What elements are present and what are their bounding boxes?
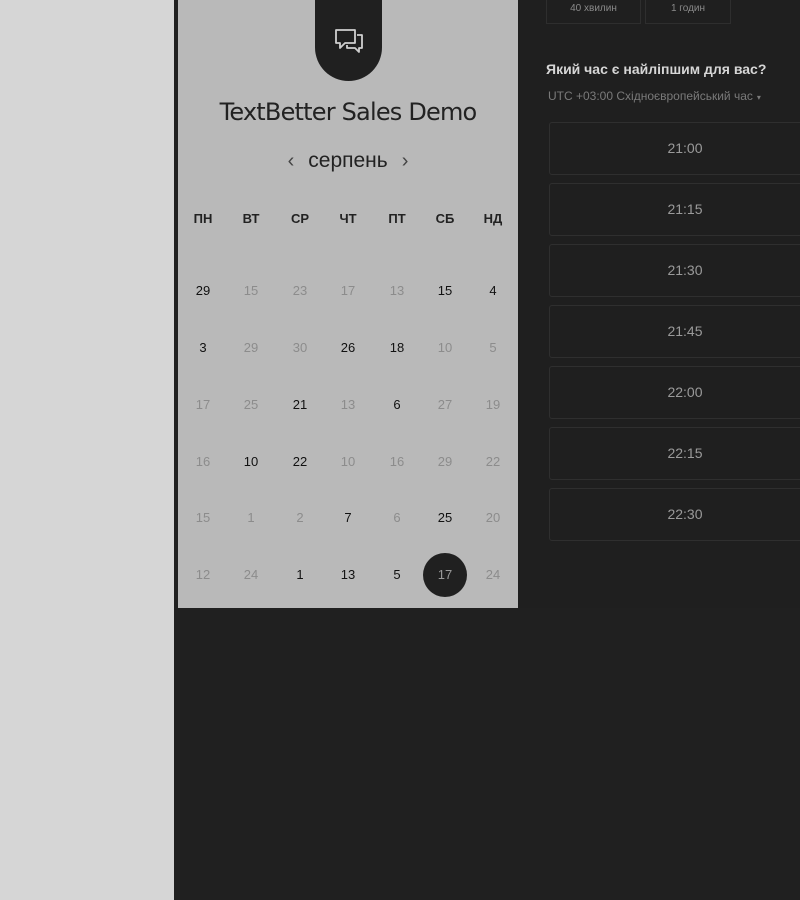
calendar-day: 17 [195, 397, 211, 412]
calendar-day[interactable]: 26 [324, 328, 372, 368]
time-question: Який час є найліпшим для вас? [546, 61, 767, 77]
calendar-day: 13 [340, 397, 356, 412]
calendar-day: 30 [292, 340, 308, 355]
calendar-day[interactable]: 5 [373, 555, 421, 595]
time-slot-button[interactable]: 21:15 [549, 183, 800, 236]
calendar-day[interactable]: 6 [373, 385, 421, 425]
weekday-label: СБ [435, 211, 455, 226]
month-label: серпень [308, 149, 388, 172]
calendar-day: 1 [247, 510, 255, 525]
calendar-day: 10 [437, 340, 453, 355]
calendar-day: 2 [296, 510, 304, 525]
time-slot-label: 22:15 [667, 445, 703, 461]
caret-down-icon: ▾ [756, 93, 761, 102]
calendar-day: 16 [389, 454, 405, 469]
calendar-day[interactable]: 29 [179, 271, 227, 311]
next-month-icon[interactable]: › [402, 151, 409, 171]
time-slot-label: 21:00 [667, 140, 703, 156]
left-blank-area [0, 0, 174, 900]
calendar-day[interactable]: 13 [324, 555, 372, 595]
calendar-day: 10 [340, 454, 356, 469]
duration-option-60[interactable]: 1 годин [645, 0, 731, 24]
time-slot-button[interactable]: 21:30 [549, 244, 800, 297]
time-slot-label: 22:30 [667, 506, 703, 522]
calendar-day[interactable]: 22 [276, 442, 324, 482]
timezone-label: UTC +03:00 Східноєвропейський час [548, 89, 753, 103]
calendar-day[interactable]: 3 [179, 328, 227, 368]
weekday-label: НД [483, 211, 503, 226]
calendar-day: 23 [292, 283, 308, 298]
calendar-day: 5 [489, 340, 497, 355]
calendar-day: 12 [195, 567, 211, 582]
weekday-label: ЧТ [339, 211, 357, 226]
timezone-selector[interactable]: UTC +03:00 Східноєвропейський час ▾ [548, 89, 761, 103]
calendar-day: 6 [393, 510, 401, 525]
calendar-day: 29 [243, 340, 259, 355]
calendar-day: 17 [340, 283, 356, 298]
time-slot-label: 21:30 [667, 262, 703, 278]
calendar-day[interactable]: 21 [276, 385, 324, 425]
calendar-day: 22 [485, 454, 501, 469]
weekday-label: ПН [193, 211, 213, 226]
calendar-day[interactable]: 15 [421, 271, 469, 311]
duration-option-40[interactable]: 40 хвилин [546, 0, 641, 24]
time-slot-label: 22:00 [667, 384, 703, 400]
month-navigation: ‹ серпень › [178, 146, 518, 176]
time-slot-button[interactable]: 22:30 [549, 488, 800, 541]
calendar-day: 19 [485, 397, 501, 412]
weekday-label: ПТ [388, 211, 406, 226]
calendar-day: 13 [389, 283, 405, 298]
time-slot-button[interactable]: 21:00 [549, 122, 800, 175]
time-slot-button[interactable]: 22:00 [549, 366, 800, 419]
calendar-day[interactable]: 10 [227, 442, 275, 482]
calendar-day[interactable]: 18 [373, 328, 421, 368]
calendar-day: 20 [485, 510, 501, 525]
time-slot-button[interactable]: 21:45 [549, 305, 800, 358]
calendar-day: 15 [195, 510, 211, 525]
calendar-day: 25 [243, 397, 259, 412]
weekday-label: ВТ [242, 211, 260, 226]
selected-day[interactable]: 17 [423, 553, 467, 597]
calendar-day[interactable]: 7 [324, 498, 372, 538]
calendar-day[interactable]: 25 [421, 498, 469, 538]
calendar-day: 29 [437, 454, 453, 469]
calendar-day[interactable]: 4 [469, 271, 517, 311]
calendar-day: 27 [437, 397, 453, 412]
calendar-day: 15 [243, 283, 259, 298]
time-slot-button[interactable]: 22:15 [549, 427, 800, 480]
calendar-day: 24 [243, 567, 259, 582]
prev-month-icon[interactable]: ‹ [288, 151, 295, 171]
time-slot-label: 21:15 [667, 201, 703, 217]
weekday-label: СР [290, 211, 310, 226]
calendar-day[interactable]: 1 [276, 555, 324, 595]
calendar-day: 24 [485, 567, 501, 582]
event-title: TextBetter Sales Demo [219, 98, 478, 126]
calendar-day: 16 [195, 454, 211, 469]
chat-bubbles-icon [315, 0, 382, 81]
time-slot-label: 21:45 [667, 323, 703, 339]
